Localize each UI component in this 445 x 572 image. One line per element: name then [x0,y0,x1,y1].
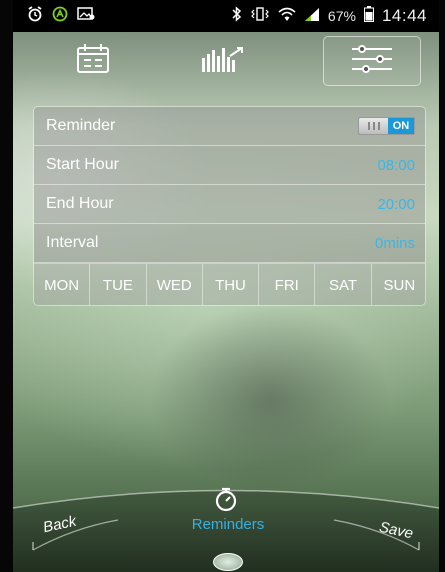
battery-percentage: 67% [327,8,356,24]
interval-label: Interval [46,234,99,251]
reminder-row: Reminder ON [34,107,425,146]
day-fri[interactable]: FRI [259,264,316,305]
end-hour-label: End Hour [46,195,114,212]
image-notification-icon [77,7,95,25]
bluetooth-icon [231,6,242,26]
calendar-tab-button[interactable] [43,36,143,86]
end-hour-row[interactable]: End Hour 20:00 [34,185,425,224]
start-hour-row[interactable]: Start Hour 08:00 [34,146,425,185]
bottom-navigation: Reminders Back Save [13,478,439,572]
stats-chart-icon [200,44,246,79]
calendar-icon [75,43,111,80]
day-sat[interactable]: SAT [315,264,372,305]
stopwatch-icon [213,486,239,517]
start-hour-value[interactable]: 08:00 [377,157,415,174]
settings-tab-button[interactable] [323,36,421,86]
stats-tab-button[interactable] [173,36,273,86]
bezel-right [439,0,445,572]
end-hour-value[interactable]: 20:00 [377,196,415,213]
reminder-label: Reminder [46,117,116,134]
status-left [27,6,95,26]
status-clock: 14:44 [381,6,427,25]
day-thu[interactable]: THU [203,264,260,305]
bezel-left [0,0,13,572]
signal-icon [304,7,320,26]
day-wed[interactable]: WED [147,264,203,305]
reminder-settings-card: Reminder ON Start Hour 08:00 End Hour 20… [33,106,426,306]
app-logo-icon [213,553,243,571]
battery-icon [363,6,374,26]
interval-row[interactable]: Interval 0mins [34,224,425,263]
day-sun[interactable]: SUN [372,264,425,305]
day-mon[interactable]: MON [34,264,91,305]
interval-value[interactable]: 0mins [375,235,415,252]
status-bar: 67% 14:44 [13,0,439,32]
android-a-icon [52,6,68,26]
reminder-toggle[interactable]: ON [358,117,415,135]
wifi-icon [278,7,296,26]
toggle-on-label: ON [388,118,414,134]
sliders-icon [350,43,394,80]
vibrate-icon [250,7,270,25]
top-toolbar [13,32,439,90]
alarm-clock-icon [27,6,43,26]
screen-title: Reminders [191,516,265,533]
weekday-selector: MON TUE WED THU FRI SAT SUN [34,264,425,305]
day-tue[interactable]: TUE [90,264,147,305]
app-screen: 67% 14:44 Reminder ON Start Hour 08:00 E… [0,0,445,572]
start-hour-label: Start Hour [46,156,119,173]
status-right: 67% 14:44 [231,6,427,26]
toggle-knob [359,118,388,134]
